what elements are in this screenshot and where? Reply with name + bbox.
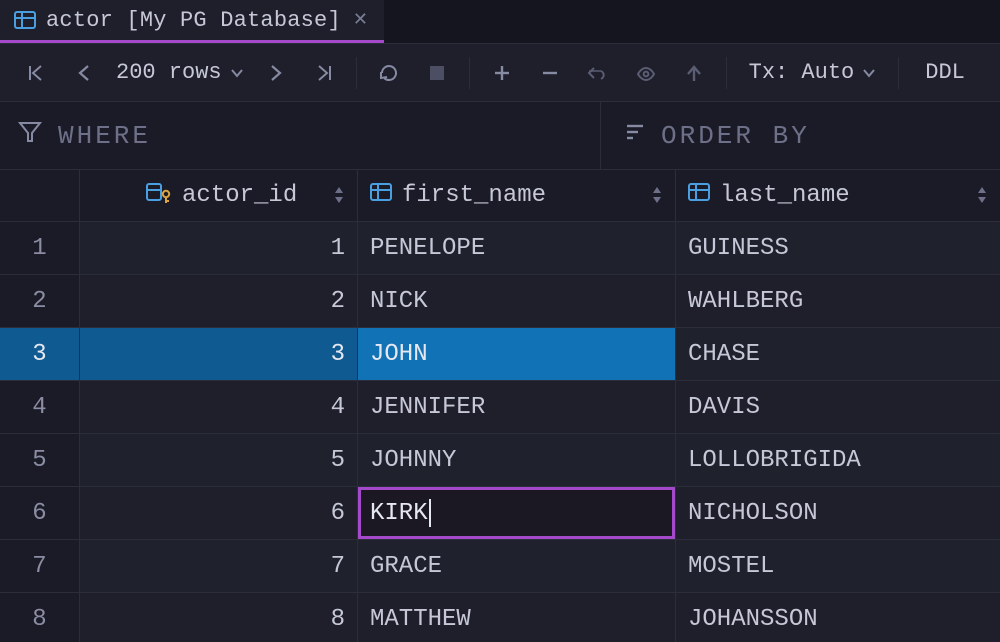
- cell-first-name[interactable]: MATTHEW: [358, 593, 676, 642]
- row-gutter[interactable]: 6: [0, 487, 80, 539]
- cell-editor-value: KIRK: [370, 500, 428, 527]
- toolbar: 200 rows Tx: Auto DDL: [0, 44, 1000, 102]
- preview-changes-button[interactable]: [622, 53, 670, 93]
- row-count-label: 200 rows: [116, 60, 222, 85]
- tab-actor[interactable]: actor [My PG Database] ✕: [0, 0, 384, 43]
- cell-first-name[interactable]: NICK: [358, 275, 676, 327]
- sort-icon: [619, 121, 645, 151]
- remove-row-button[interactable]: [526, 53, 574, 93]
- sort-indicator-icon: [651, 185, 663, 206]
- submit-button[interactable]: [670, 53, 718, 93]
- column-label: actor_id: [182, 182, 297, 209]
- pk-column-icon: [146, 181, 172, 211]
- column-label: first_name: [402, 182, 546, 209]
- reload-button[interactable]: [365, 53, 413, 93]
- cell-actor-id[interactable]: 2: [80, 275, 358, 327]
- table-row[interactable]: 66 KIRK NICHOLSON: [0, 487, 1000, 540]
- sort-indicator-icon: [333, 185, 345, 206]
- cell-last-name[interactable]: LOLLOBRIGIDA: [676, 434, 1000, 486]
- tab-strip: actor [My PG Database] ✕: [0, 0, 1000, 44]
- column-header-first-name[interactable]: first_name: [358, 170, 676, 221]
- tab-close-icon[interactable]: ✕: [351, 9, 370, 31]
- cell-first-name[interactable]: JENNIFER: [358, 381, 676, 433]
- tab-title: actor [My PG Database]: [46, 8, 341, 33]
- separator: [469, 57, 470, 89]
- column-label: last_name: [720, 182, 850, 209]
- cell-last-name[interactable]: NICHOLSON: [676, 487, 1000, 539]
- row-gutter[interactable]: 5: [0, 434, 80, 486]
- data-grid: actor_id first_name last_name 11PENELOPE…: [0, 170, 1000, 642]
- separator: [726, 57, 727, 89]
- table-row[interactable]: 44JENNIFERDAVIS: [0, 381, 1000, 434]
- separator: [898, 57, 899, 89]
- tx-mode-dropdown[interactable]: Tx: Auto: [735, 60, 891, 85]
- first-page-button[interactable]: [12, 53, 60, 93]
- where-label: WHERE: [58, 121, 151, 151]
- table-icon: [14, 11, 36, 29]
- cell-actor-id[interactable]: 6: [80, 487, 358, 539]
- prev-page-button[interactable]: [60, 53, 108, 93]
- table-row[interactable]: 88MATTHEWJOHANSSON: [0, 593, 1000, 642]
- stop-button[interactable]: [413, 53, 461, 93]
- row-gutter[interactable]: 3: [0, 328, 80, 380]
- cell-actor-id[interactable]: 3: [80, 328, 358, 380]
- cell-editor[interactable]: KIRK: [358, 487, 675, 539]
- tx-mode-label: Tx: Auto: [749, 60, 855, 85]
- add-row-button[interactable]: [478, 53, 526, 93]
- row-gutter[interactable]: 2: [0, 275, 80, 327]
- ddl-label: DDL: [925, 60, 965, 85]
- orderby-label: ORDER BY: [661, 121, 810, 151]
- filter-bar: WHERE ORDER BY: [0, 102, 1000, 170]
- chevron-down-icon: [230, 68, 244, 78]
- cell-last-name[interactable]: MOSTEL: [676, 540, 1000, 592]
- cell-first-name[interactable]: JOHN: [358, 328, 676, 380]
- cell-last-name[interactable]: DAVIS: [676, 381, 1000, 433]
- cell-last-name[interactable]: CHASE: [676, 328, 1000, 380]
- ddl-button[interactable]: DDL: [907, 60, 983, 85]
- grid-header-row: actor_id first_name last_name: [0, 170, 1000, 222]
- cell-last-name[interactable]: GUINESS: [676, 222, 1000, 274]
- row-gutter[interactable]: 8: [0, 593, 80, 642]
- row-gutter[interactable]: 7: [0, 540, 80, 592]
- column-header-last-name[interactable]: last_name: [676, 170, 1000, 221]
- cell-last-name[interactable]: WAHLBERG: [676, 275, 1000, 327]
- chevron-down-icon: [862, 68, 876, 78]
- table-row[interactable]: 11PENELOPEGUINESS: [0, 222, 1000, 275]
- filter-icon: [18, 121, 42, 151]
- row-count-dropdown[interactable]: 200 rows: [108, 60, 252, 85]
- table-row[interactable]: 55JOHNNYLOLLOBRIGIDA: [0, 434, 1000, 487]
- next-page-button[interactable]: [252, 53, 300, 93]
- separator: [356, 57, 357, 89]
- sort-indicator-icon: [976, 185, 988, 206]
- revert-button[interactable]: [574, 53, 622, 93]
- cell-actor-id[interactable]: 7: [80, 540, 358, 592]
- row-gutter[interactable]: 4: [0, 381, 80, 433]
- column-icon: [370, 182, 392, 210]
- cell-actor-id[interactable]: 8: [80, 593, 358, 642]
- gutter-header[interactable]: [0, 170, 80, 221]
- cell-first-name[interactable]: PENELOPE: [358, 222, 676, 274]
- last-page-button[interactable]: [300, 53, 348, 93]
- column-header-actor-id[interactable]: actor_id: [80, 170, 358, 221]
- table-row[interactable]: 33JOHNCHASE: [0, 328, 1000, 381]
- table-row[interactable]: 22NICKWAHLBERG: [0, 275, 1000, 328]
- cell-first-name[interactable]: GRACE: [358, 540, 676, 592]
- cell-first-name[interactable]: KIRK: [358, 487, 676, 539]
- cell-actor-id[interactable]: 5: [80, 434, 358, 486]
- cell-actor-id[interactable]: 1: [80, 222, 358, 274]
- cell-actor-id[interactable]: 4: [80, 381, 358, 433]
- row-gutter[interactable]: 1: [0, 222, 80, 274]
- column-icon: [688, 182, 710, 210]
- orderby-filter[interactable]: ORDER BY: [600, 102, 1000, 169]
- where-filter[interactable]: WHERE: [0, 102, 600, 169]
- caret-icon: [429, 499, 431, 527]
- table-row[interactable]: 77GRACEMOSTEL: [0, 540, 1000, 593]
- cell-first-name[interactable]: JOHNNY: [358, 434, 676, 486]
- cell-last-name[interactable]: JOHANSSON: [676, 593, 1000, 642]
